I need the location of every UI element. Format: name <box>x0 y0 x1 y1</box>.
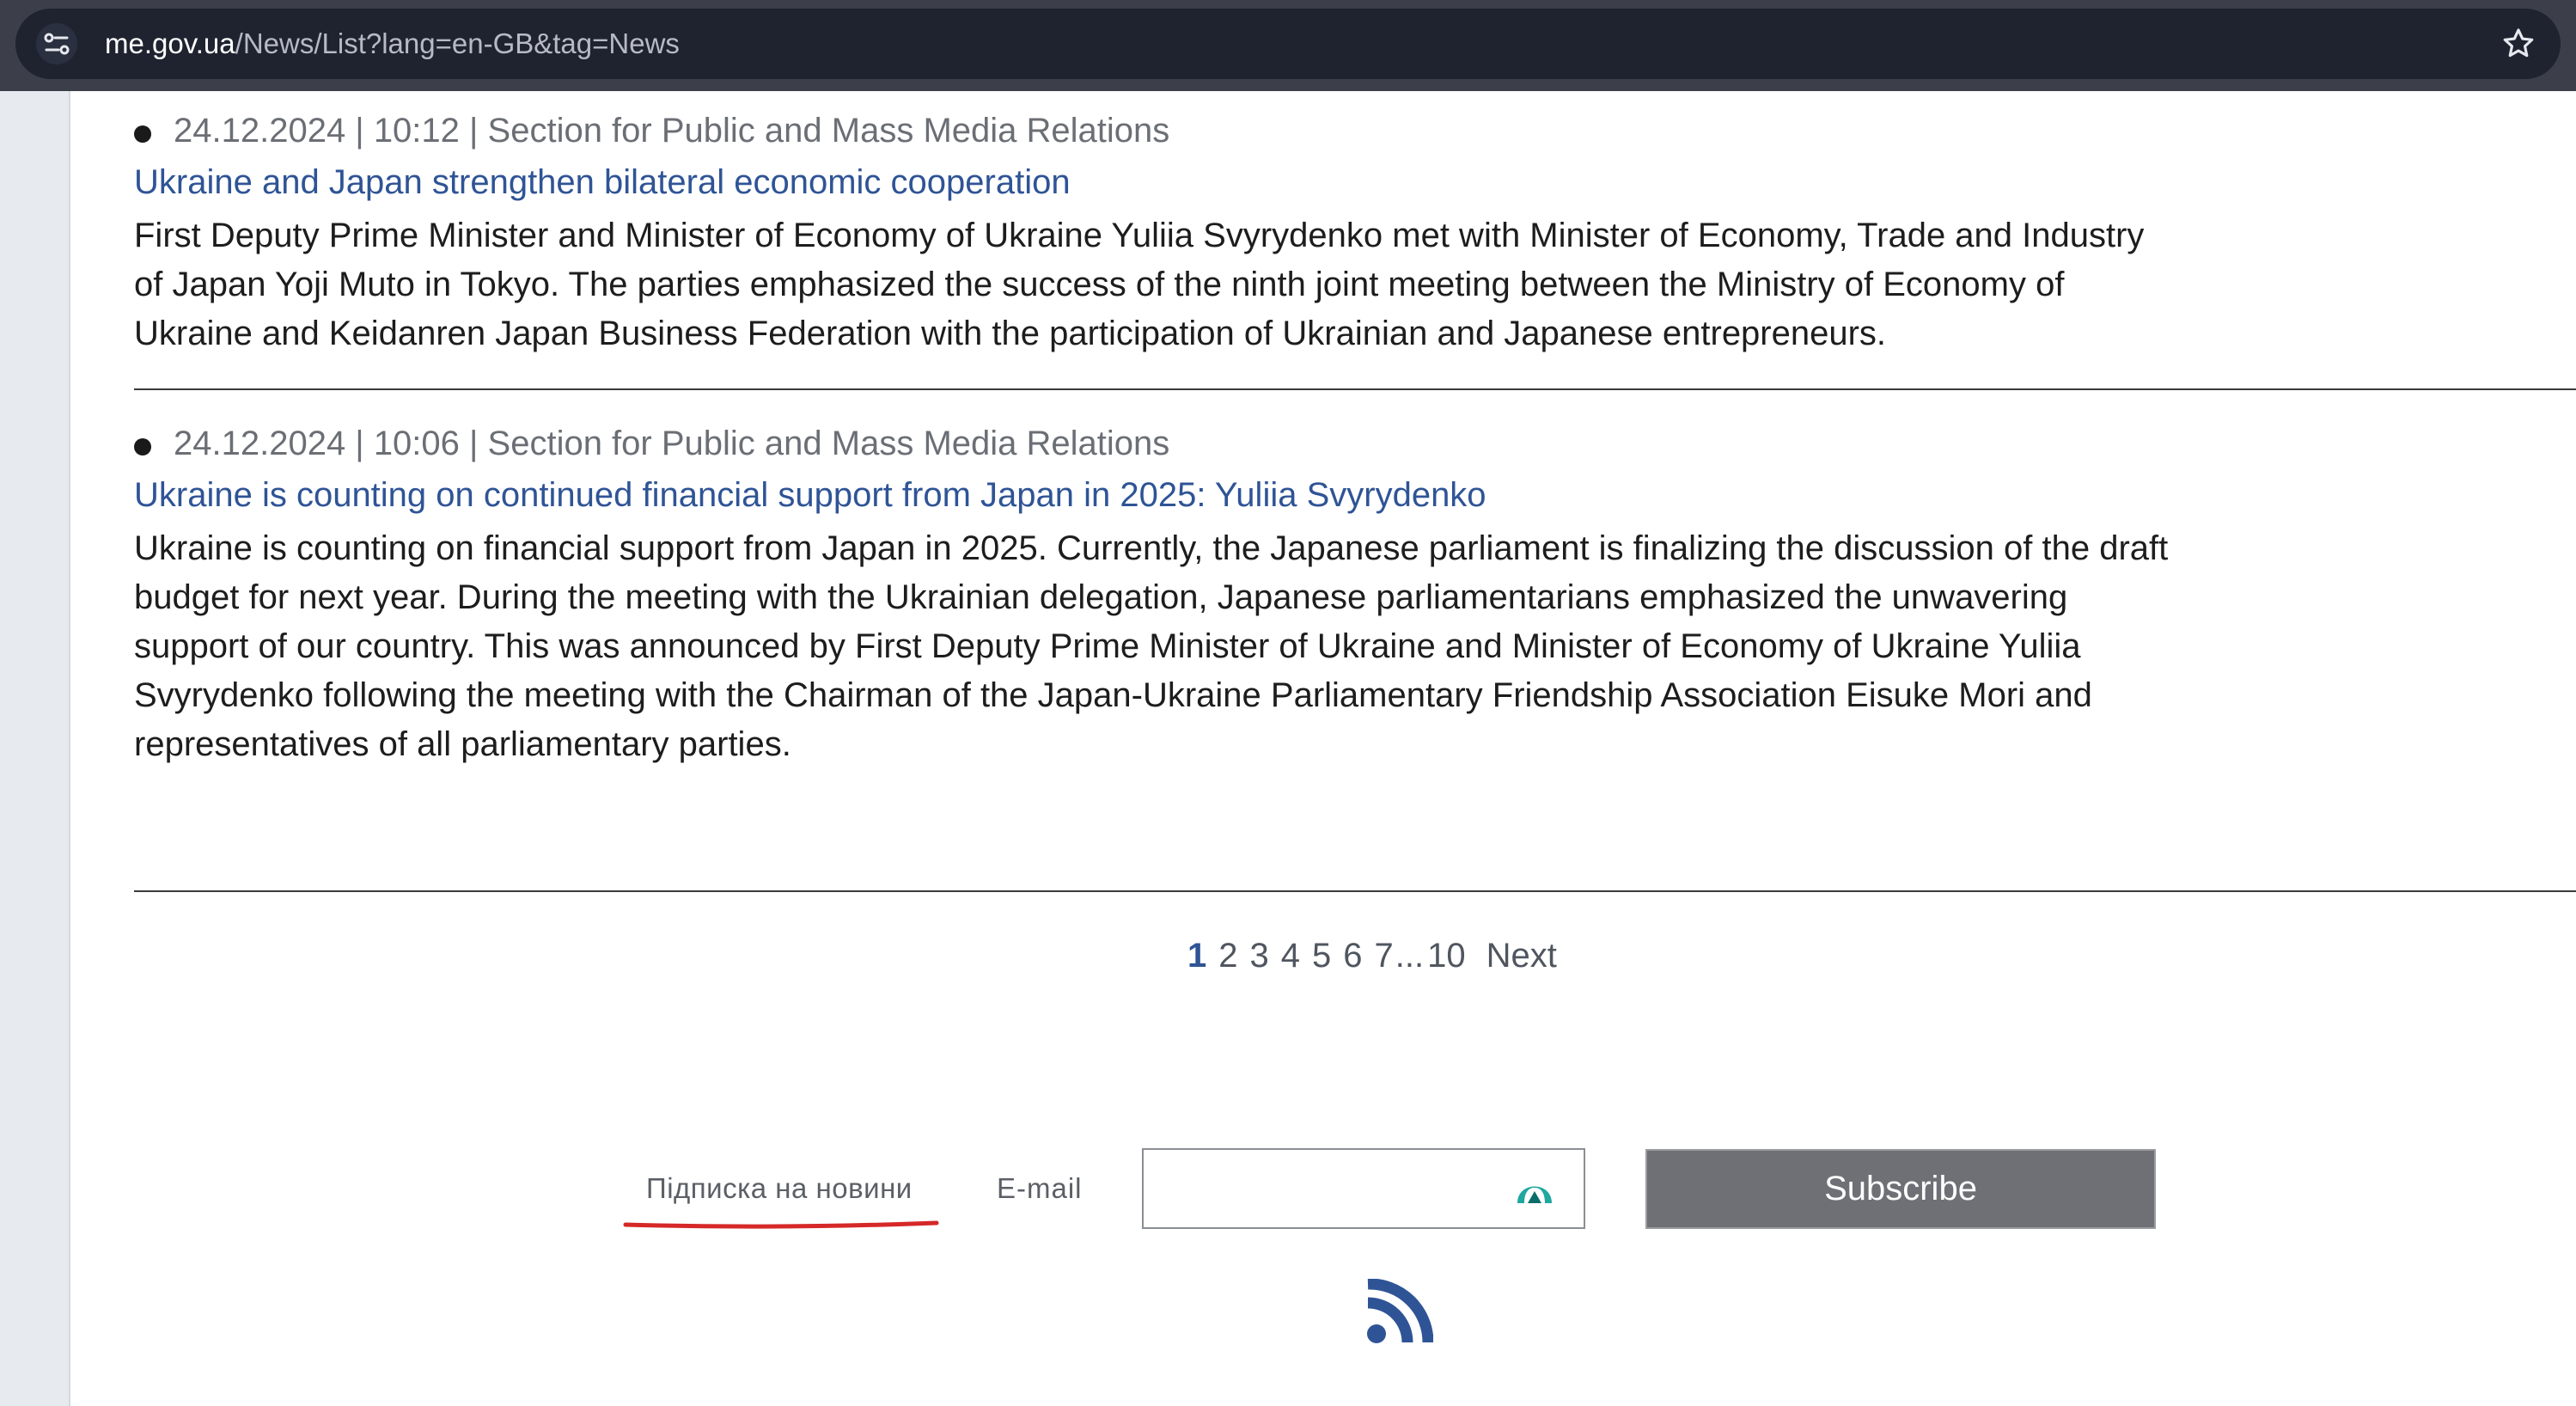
desc-line: representatives of all parliamentary par… <box>134 725 791 763</box>
subscribe-label: Підписка на новини <box>646 1172 913 1204</box>
divider <box>134 890 2576 892</box>
pagination: 1 2 3 4 5 6 7... 10 Next <box>1187 937 1569 975</box>
desc-line: First Deputy Prime Minister and Minister… <box>134 217 2145 254</box>
left-gutter <box>0 91 70 1406</box>
page-link[interactable]: 4 <box>1281 937 1300 975</box>
page-link-last[interactable]: 10 <box>1427 937 1466 975</box>
desc-line: budget for next year. During the meeting… <box>134 578 2068 616</box>
desc-line: of Japan Yoji Muto in Tokyo. The parties… <box>134 266 2065 303</box>
url-text[interactable]: me.gov.ua/News/List?lang=en-GB&tag=News <box>105 28 680 60</box>
address-bar[interactable]: me.gov.ua/News/List?lang=en-GB&tag=News <box>15 9 2561 79</box>
page-link[interactable]: 3 <box>1250 937 1269 975</box>
news-description: Ukraine is counting on financial support… <box>134 524 2196 769</box>
url-path: /News/List?lang=en-GB&tag=News <box>235 28 680 59</box>
bookmark-star-icon[interactable] <box>2500 26 2536 62</box>
news-title-link[interactable]: Ukraine is counting on continued financi… <box>134 476 1486 515</box>
page-link[interactable]: 6 <box>1343 937 1362 975</box>
page-link[interactable]: 7 <box>1375 937 1394 975</box>
news-meta: 24.12.2024 | 10:06 | Section for Public … <box>174 425 1170 462</box>
news-title-link[interactable]: Ukraine and Japan strengthen bilateral e… <box>134 163 1071 202</box>
divider <box>134 388 2576 390</box>
subscribe-button[interactable]: Subscribe <box>1645 1149 2156 1229</box>
site-settings-icon[interactable] <box>34 21 79 66</box>
email-label: E-mail <box>997 1172 1083 1204</box>
desc-line: Ukraine and Keidanren Japan Business Fed… <box>134 315 1887 352</box>
browser-toolbar: me.gov.ua/News/List?lang=en-GB&tag=News <box>0 0 2576 91</box>
page-link[interactable]: 2 <box>1218 937 1237 975</box>
desc-line: Ukraine is counting on financial support… <box>134 529 2169 567</box>
news-meta: 24.12.2024 | 10:12 | Section for Public … <box>174 112 1170 150</box>
desc-line: Svyrydenko following the meeting with th… <box>134 676 2092 714</box>
red-underline-annotation <box>623 1220 939 1229</box>
news-description: First Deputy Prime Minister and Minister… <box>134 211 2196 358</box>
url-domain: me.gov.ua <box>105 28 235 59</box>
desc-line: support of our country. This was announc… <box>134 627 2081 665</box>
page-link-current[interactable]: 1 <box>1187 937 1206 975</box>
password-manager-icon[interactable] <box>1514 1169 1555 1207</box>
pagination-ellipsis: ... <box>1395 937 1425 975</box>
rss-feed-icon[interactable] <box>1366 1279 1433 1344</box>
page-link[interactable]: 5 <box>1312 937 1331 975</box>
next-page-link[interactable]: Next <box>1486 937 1557 975</box>
